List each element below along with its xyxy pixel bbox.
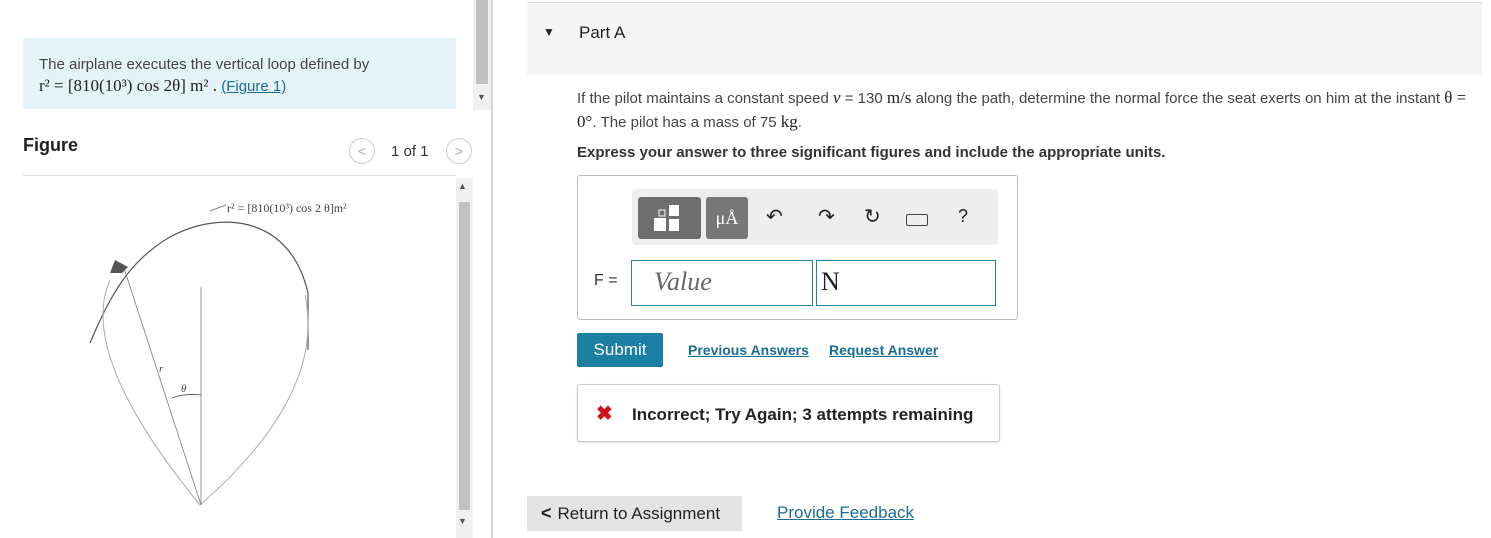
question-text: If the pilot maintains a constant speed … [577, 88, 1467, 131]
units-button[interactable]: μÅ [706, 197, 748, 239]
figure-scrollbar-thumb[interactable] [459, 202, 470, 510]
part-header[interactable]: ▼ Part A [527, 2, 1482, 75]
scroll-down-icon[interactable]: ▼ [458, 516, 467, 526]
return-label: Return to Assignment [557, 503, 721, 523]
feedback-box: ✖ Incorrect; Try Again; 3 attempts remai… [577, 384, 1000, 442]
next-figure-button[interactable]: > [446, 138, 472, 164]
feedback-text: Incorrect; Try Again; 3 attempts remaini… [632, 405, 974, 424]
chevron-left-icon: < [357, 143, 367, 159]
provide-feedback-link[interactable]: Provide Feedback [777, 503, 914, 523]
caret-down-icon[interactable]: ▼ [543, 25, 555, 39]
figure-equation-label: r² = [810(10³) cos 2 θ]m² [227, 201, 347, 215]
figure-link[interactable]: (Figure 1) [221, 78, 286, 95]
math-toolbar: μÅ ↶ ↷ ↻ ? [632, 189, 998, 245]
r-label: r [159, 363, 164, 375]
chevron-left-icon: < [541, 503, 552, 523]
label-leader [209, 204, 227, 212]
undo-icon[interactable]: ↶ [766, 204, 783, 229]
problem-text: The airplane executes the vertical loop … [39, 56, 370, 73]
scroll-down-icon[interactable]: ▼ [477, 92, 486, 102]
keyboard-icon[interactable] [906, 214, 928, 226]
figure-count: 1 of 1 [391, 143, 429, 160]
templates-button[interactable] [638, 197, 701, 239]
loop-figure: r² = [810(10³) cos 2 θ]m² r θ [89, 201, 347, 506]
reset-icon[interactable]: ↻ [864, 204, 881, 229]
units-input[interactable]: N [816, 260, 996, 306]
templates-icon [654, 205, 679, 231]
loop-right-branch [199, 294, 309, 506]
error-x-icon: ✖ [596, 403, 613, 425]
scroll-up-icon[interactable]: ▲ [458, 181, 467, 191]
pane-divider[interactable] [491, 0, 493, 538]
previous-answers-link[interactable]: Previous Answers [688, 342, 809, 358]
answer-box: μÅ ↶ ↷ ↻ ? F = Value N [577, 175, 1018, 320]
redo-icon[interactable]: ↷ [818, 204, 835, 229]
part-title: Part A [579, 23, 626, 42]
help-icon[interactable]: ? [958, 206, 968, 227]
instruction-text: Express your answer to three significant… [577, 144, 1166, 161]
loop-equation: r² = [810(10³) cos 2θ] m² [39, 76, 209, 95]
variable-label: F = [594, 272, 618, 289]
submit-button[interactable]: Submit [577, 333, 663, 367]
prev-figure-button[interactable]: < [349, 138, 375, 164]
value-input[interactable]: Value [631, 260, 813, 306]
figure-divider [23, 175, 456, 176]
theta-label: θ [181, 383, 187, 395]
problem-equation: r² = [810(10³) cos 2θ] m² . (Figure 1) [39, 76, 287, 95]
chevron-right-icon: > [454, 143, 464, 159]
figure-heading: Figure [23, 135, 79, 155]
return-to-assignment-button[interactable]: < Return to Assignment [527, 496, 742, 531]
problem-statement-box: The airplane executes the vertical loop … [23, 38, 456, 109]
theta-arc [171, 394, 202, 399]
request-answer-link[interactable]: Request Answer [829, 342, 938, 358]
loop-arc [89, 221, 309, 350]
radius-line [122, 264, 202, 506]
pane-scrollbar-thumb[interactable] [476, 0, 488, 84]
